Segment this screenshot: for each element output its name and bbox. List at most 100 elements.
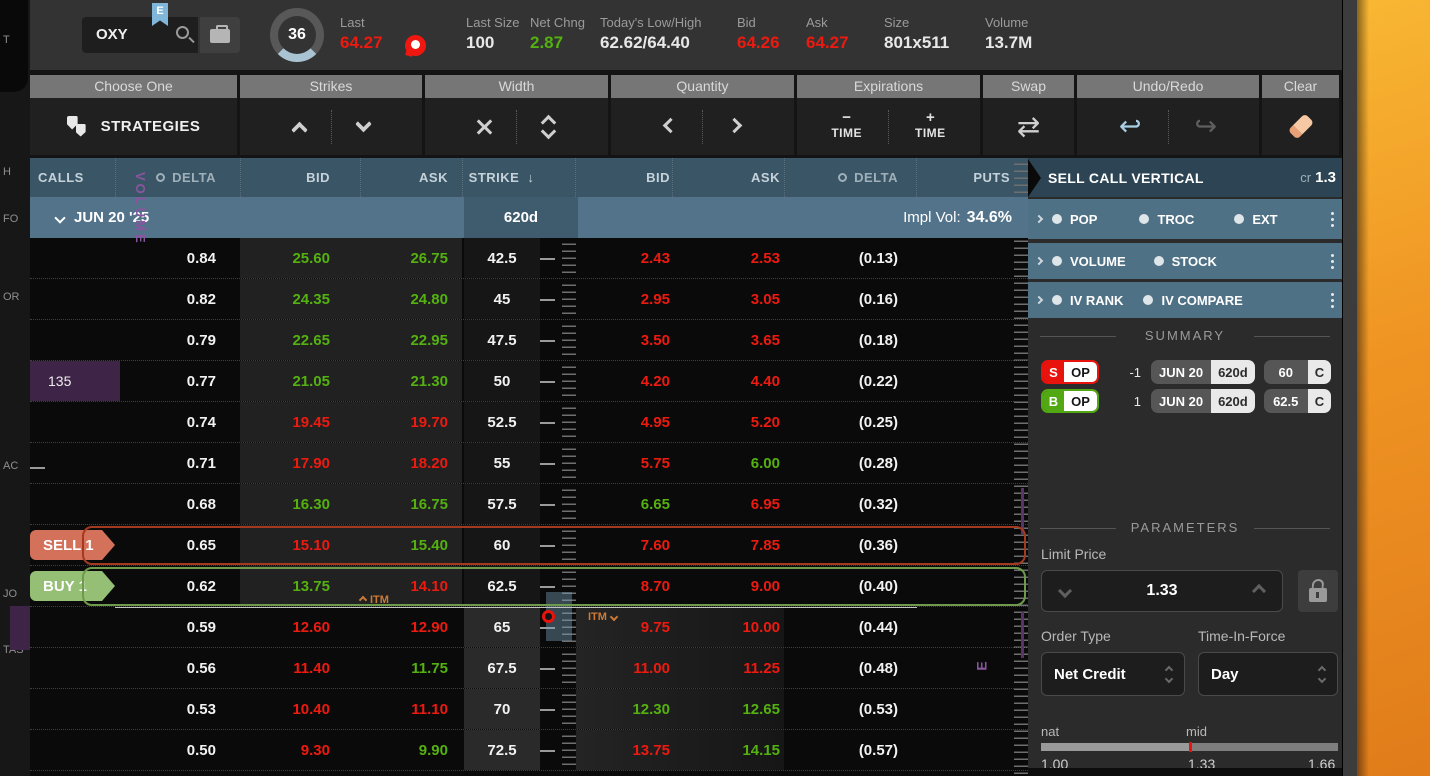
portfolio-briefcase-button[interactable] [200, 17, 240, 53]
strikes-increase-button[interactable] [294, 126, 305, 128]
call-ask-cell[interactable]: 11.10 [360, 689, 462, 729]
call-bid-cell[interactable]: 19.45 [240, 402, 360, 442]
call-ask-cell[interactable]: 12.90 [360, 607, 462, 647]
put-bid-cell[interactable]: 13.75 [576, 730, 672, 770]
strikes-decrease-button[interactable] [358, 126, 369, 128]
call-ask-cell[interactable]: 26.75 [360, 238, 462, 278]
leg-strike-pill[interactable]: 60C [1264, 360, 1331, 384]
put-delta-cell[interactable]: (0.13) [784, 238, 916, 278]
strike-cell[interactable]: 72.5 [462, 730, 540, 770]
call-delta-cell[interactable]: 0.74 [115, 402, 240, 442]
redo-button[interactable]: ↪ [1195, 113, 1218, 140]
leg-strike-pill[interactable]: 62.5C [1264, 389, 1331, 413]
put-delta-cell[interactable]: (0.22) [784, 361, 916, 401]
chevron-right-icon[interactable] [1035, 257, 1043, 265]
calls-bid-header[interactable]: BID [240, 158, 360, 197]
clear-eraser-button[interactable] [1287, 113, 1313, 139]
toggle-troc[interactable]: TROC [1139, 212, 1194, 227]
call-ask-cell[interactable]: 16.75 [360, 484, 462, 524]
call-delta-cell[interactable]: 0.82 [115, 279, 240, 319]
put-bid-cell[interactable]: 3.50 [576, 320, 672, 360]
call-bid-cell[interactable]: 24.35 [240, 279, 360, 319]
strike-cell[interactable]: 42.5 [462, 238, 540, 278]
width-widen-button[interactable] [543, 119, 554, 135]
put-delta-cell[interactable]: (0.48) [784, 648, 916, 688]
put-delta-cell[interactable]: (0.44) [784, 607, 916, 647]
toggle-ext[interactable]: EXT [1234, 212, 1277, 227]
call-ask-cell[interactable]: 24.80 [360, 279, 462, 319]
put-ask-cell[interactable]: 6.00 [672, 443, 784, 483]
put-bid-cell[interactable]: 2.43 [576, 238, 672, 278]
strike-header[interactable]: STRIKE↓ [462, 158, 540, 197]
undo-button[interactable]: ↩ [1119, 113, 1142, 140]
call-delta-cell[interactable]: 0.71 [115, 443, 240, 483]
call-ask-cell[interactable]: 11.75 [360, 648, 462, 688]
call-bid-cell[interactable]: 22.65 [240, 320, 360, 360]
strike-cell[interactable]: 45 [462, 279, 540, 319]
put-ask-cell[interactable]: 3.05 [672, 279, 784, 319]
call-bid-cell[interactable]: 25.60 [240, 238, 360, 278]
slider-tick[interactable] [1189, 742, 1192, 752]
call-bid-cell[interactable]: 11.40 [240, 648, 360, 688]
side-toggle[interactable]: BOP [1041, 389, 1099, 413]
side-toggle[interactable]: SOP [1041, 360, 1099, 384]
price-lock-button[interactable] [1298, 570, 1338, 612]
call-delta-cell[interactable]: 0.77 [115, 361, 240, 401]
minus-time-button[interactable]: − TIME [831, 113, 862, 140]
iv-rank-gauge[interactable]: 36 [270, 8, 324, 62]
plus-time-button[interactable]: + TIME [915, 113, 946, 140]
strike-cell[interactable]: 67.5 [462, 648, 540, 688]
search-icon[interactable] [176, 26, 189, 39]
call-bid-cell[interactable]: 10.40 [240, 689, 360, 729]
call-bid-cell[interactable]: 12.60 [240, 607, 360, 647]
put-delta-cell[interactable]: (0.18) [784, 320, 916, 360]
kebab-menu-icon[interactable] [1331, 254, 1334, 269]
increase-price-icon[interactable] [1252, 584, 1266, 598]
time-in-force-select[interactable]: Day [1198, 652, 1338, 696]
strike-cell[interactable]: 65 [462, 607, 540, 647]
leg-quantity[interactable]: -1 [1099, 365, 1141, 380]
put-delta-cell[interactable]: (0.57) [784, 730, 916, 770]
put-ask-cell[interactable]: 11.25 [672, 648, 784, 688]
put-bid-cell[interactable]: 2.95 [576, 279, 672, 319]
put-delta-cell[interactable]: (0.25) [784, 402, 916, 442]
call-delta-cell[interactable]: 0.56 [115, 648, 240, 688]
put-bid-cell[interactable]: 12.30 [576, 689, 672, 729]
quantity-increase-button[interactable] [729, 118, 740, 136]
quantity-decrease-button[interactable] [665, 118, 676, 136]
call-ask-cell[interactable]: 21.30 [360, 361, 462, 401]
strike-cell[interactable]: 55 [462, 443, 540, 483]
chevron-right-icon[interactable] [1035, 215, 1043, 223]
leg-expiration-pill[interactable]: JUN 20620d [1151, 389, 1255, 413]
puts-ask-header[interactable]: ASK [672, 158, 784, 197]
call-bid-cell[interactable]: 21.05 [240, 361, 360, 401]
call-delta-cell[interactable]: 0.79 [115, 320, 240, 360]
put-ask-cell[interactable]: 6.95 [672, 484, 784, 524]
width-narrow-button[interactable] [479, 124, 490, 130]
call-delta-cell[interactable]: 0.68 [115, 484, 240, 524]
toggle-stock[interactable]: STOCK [1154, 254, 1217, 269]
put-delta-cell[interactable]: (0.32) [784, 484, 916, 524]
call-delta-cell[interactable]: 0.53 [115, 689, 240, 729]
strike-cell[interactable]: 52.5 [462, 402, 540, 442]
strike-cell[interactable]: 57.5 [462, 484, 540, 524]
call-ask-cell[interactable]: 18.20 [360, 443, 462, 483]
call-delta-cell[interactable]: 0.50 [115, 730, 240, 770]
order-type-select[interactable]: Net Credit [1041, 652, 1185, 696]
toggle-iv-rank[interactable]: IV RANK [1052, 293, 1123, 308]
put-bid-cell[interactable]: 11.00 [576, 648, 672, 688]
strategies-button[interactable]: STRATEGIES [30, 98, 240, 155]
kebab-menu-icon[interactable] [1331, 293, 1334, 308]
limit-price-stepper[interactable]: 1.33 [1041, 570, 1283, 612]
toggle-iv-compare[interactable]: IV COMPARE [1143, 293, 1242, 308]
put-delta-cell[interactable]: (0.53) [784, 689, 916, 729]
put-ask-cell[interactable]: 14.15 [672, 730, 784, 770]
order-panel-header[interactable]: SELL CALL VERTICAL cr1.3 [1028, 158, 1342, 197]
put-bid-cell[interactable]: 5.75 [576, 443, 672, 483]
put-ask-cell[interactable]: 12.65 [672, 689, 784, 729]
put-ask-cell[interactable]: 5.20 [672, 402, 784, 442]
call-ask-cell[interactable]: 19.70 [360, 402, 462, 442]
put-delta-cell[interactable]: (0.28) [784, 443, 916, 483]
put-delta-cell[interactable]: (0.16) [784, 279, 916, 319]
put-bid-cell[interactable]: 4.20 [576, 361, 672, 401]
